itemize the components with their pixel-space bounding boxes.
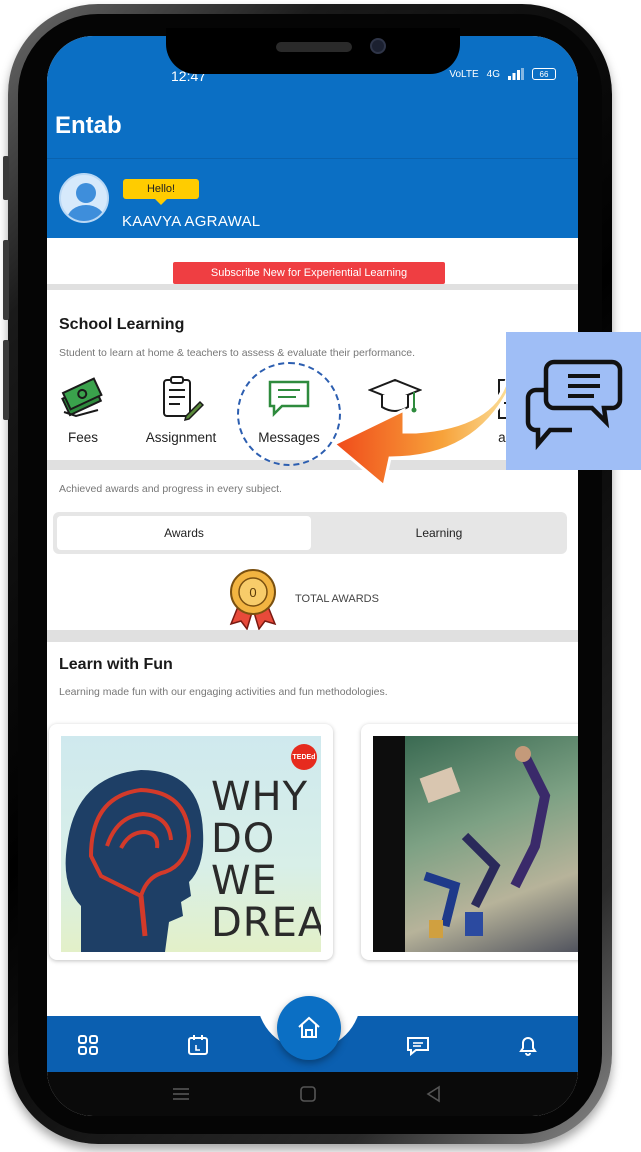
tab-awards[interactable]: Awards bbox=[57, 516, 311, 550]
home-button[interactable] bbox=[277, 996, 341, 1060]
battery-level: 66 bbox=[539, 69, 549, 79]
learn-fun-subtitle: Learning made fun with our engaging acti… bbox=[59, 686, 388, 698]
award-count: 0 bbox=[249, 585, 256, 600]
awards-toggle: Awards Learning bbox=[53, 512, 567, 554]
tile-label: Fees bbox=[67, 430, 98, 445]
subscribe-button[interactable]: Subscribe New for Experiential Learning bbox=[173, 262, 445, 284]
zoom-callout bbox=[506, 332, 641, 470]
volume-button bbox=[3, 240, 9, 320]
greeting-badge: Hello! bbox=[123, 179, 199, 205]
school-learning-subtitle: Student to learn at home & teachers to a… bbox=[59, 347, 416, 359]
ted-badge: TEDEd bbox=[291, 744, 317, 770]
video-card[interactable]: TEDEd WHY DO WE DREAM? bbox=[49, 724, 333, 960]
subscribe-strip: Subscribe New for Experiential Learning bbox=[47, 238, 578, 290]
volume-button bbox=[3, 156, 9, 200]
home-icon bbox=[298, 1016, 320, 1038]
chat-icon[interactable] bbox=[405, 1032, 431, 1058]
battery-icon: 66 bbox=[532, 68, 556, 80]
tab-learning[interactable]: Learning bbox=[315, 516, 563, 550]
avatar[interactable] bbox=[59, 173, 109, 223]
volume-button bbox=[3, 340, 9, 420]
back-icon[interactable] bbox=[425, 1085, 443, 1103]
video-thumbnail[interactable]: TEDEd WHY DO WE DREAM? bbox=[61, 736, 321, 952]
section-divider bbox=[47, 630, 578, 642]
app-title: Entab bbox=[55, 112, 122, 139]
money-icon bbox=[61, 377, 103, 418]
callout-arrow-icon bbox=[331, 370, 516, 489]
volte-label: VoLTE bbox=[449, 68, 479, 80]
medal-icon: 0 bbox=[229, 569, 277, 631]
status-icons: VoLTE 4G 66 bbox=[449, 68, 556, 80]
menu-icon[interactable] bbox=[171, 1086, 191, 1102]
total-awards-label: TOTAL AWARDS bbox=[295, 593, 379, 605]
learn-fun-title: Learn with Fun bbox=[59, 656, 173, 673]
video-art-text: WHY DO WE DREAM? bbox=[211, 774, 321, 946]
award-medal: 0 bbox=[225, 568, 281, 635]
system-nav-bar bbox=[47, 1072, 578, 1116]
network-label: 4G bbox=[486, 68, 500, 80]
phone-notch bbox=[166, 28, 460, 74]
tile-assignment[interactable]: Assignment bbox=[133, 372, 229, 452]
user-profile[interactable]: Hello! KAAVYA AGRAWAL bbox=[47, 158, 578, 238]
signal-icon bbox=[508, 68, 524, 80]
bell-icon[interactable] bbox=[515, 1032, 541, 1058]
awards-subtitle: Achieved awards and progress in every su… bbox=[59, 483, 282, 495]
brain-head-illustration bbox=[65, 770, 204, 952]
square-icon[interactable] bbox=[299, 1085, 317, 1103]
dashboard-icon[interactable] bbox=[75, 1032, 101, 1058]
tile-label: Assignment bbox=[145, 430, 217, 445]
school-learning-title: School Learning bbox=[59, 316, 185, 333]
user-name: KAAVYA AGRAWAL bbox=[122, 213, 261, 230]
video-card[interactable] bbox=[361, 724, 578, 960]
video-thumbnail[interactable] bbox=[373, 736, 578, 952]
tile-fees[interactable]: Fees bbox=[47, 372, 131, 452]
calendar-icon[interactable] bbox=[185, 1032, 211, 1058]
app-screen: 12:47 VoLTE 4G 66 Entab Hello! KAAVYA AG… bbox=[47, 36, 578, 1116]
chat-icon bbox=[525, 359, 623, 451]
dancers-illustration bbox=[419, 746, 551, 938]
assignment-icon bbox=[163, 376, 204, 422]
